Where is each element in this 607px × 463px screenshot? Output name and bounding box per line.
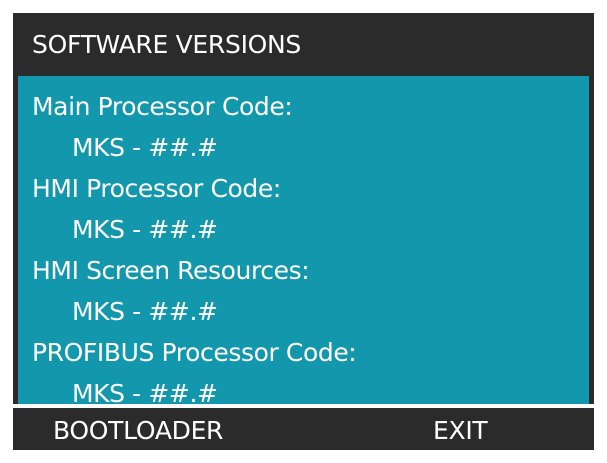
version-label-main-processor: Main Processor Code: — [32, 92, 293, 121]
version-value-profibus-processor: MKS - ##.# — [72, 379, 218, 408]
version-value-main-processor: MKS - ##.# — [72, 133, 218, 162]
softkey-bar: BOOTLOADER EXIT — [13, 408, 594, 450]
version-value-hmi-processor: MKS - ##.# — [72, 215, 218, 244]
bootloader-softkey[interactable]: BOOTLOADER — [53, 416, 223, 445]
version-value-hmi-screen-resources: MKS - ##.# — [72, 297, 218, 326]
device-display: SOFTWARE VERSIONS Main Processor Code: M… — [13, 13, 594, 450]
title-bar: SOFTWARE VERSIONS — [13, 13, 594, 76]
version-label-hmi-processor: HMI Processor Code: — [32, 174, 281, 203]
exit-softkey[interactable]: EXIT — [433, 416, 488, 445]
version-label-profibus-processor: PROFIBUS Processor Code: — [32, 338, 357, 367]
screen-title: SOFTWARE VERSIONS — [32, 30, 301, 59]
versions-panel: Main Processor Code: MKS - ##.# HMI Proc… — [18, 76, 589, 408]
version-label-hmi-screen-resources: HMI Screen Resources: — [32, 256, 310, 285]
